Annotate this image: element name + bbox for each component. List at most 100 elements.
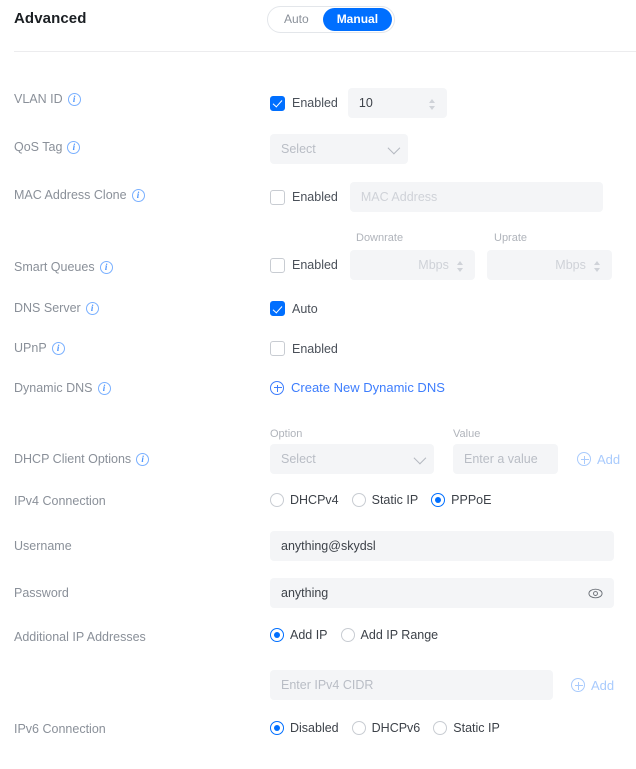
radio-circle[interactable] [433, 721, 448, 735]
control-smart-queues: Enabled Mbps Mbps [270, 250, 612, 280]
label-password: Password [14, 586, 69, 600]
radio-add-ip-range-label: Add IP Range [360, 628, 439, 642]
panel-header: Advanced Auto Manual [0, 0, 636, 41]
chevron-down-icon [387, 141, 401, 154]
checkbox-box[interactable] [270, 301, 285, 317]
control-username: anything@skydsl [270, 531, 614, 561]
info-icon[interactable]: i [97, 381, 111, 395]
radio-ipv6-static-ip[interactable]: Static IP [433, 721, 500, 735]
additional-ip-add-label: Add [591, 677, 615, 693]
info-icon[interactable]: i [51, 341, 65, 355]
mac-address-input[interactable]: MAC Address [349, 182, 603, 212]
dns-server-auto-label: Auto [292, 301, 318, 316]
smart-queues-enabled-label: Enabled [292, 258, 338, 272]
label-mac-address-clone-text: MAC Address Clone [14, 188, 127, 202]
label-ipv4-connection: IPv4 Connection [14, 494, 106, 508]
vlan-enabled-label: Enabled [292, 96, 338, 110]
downrate-input[interactable]: Mbps [349, 250, 475, 280]
qos-tag-select[interactable]: Select [270, 134, 408, 164]
radio-circle[interactable] [270, 721, 284, 735]
username-value: anything@skydsl [281, 539, 376, 553]
radio-add-ip-label: Add IP [290, 628, 328, 642]
radio-circle[interactable] [270, 628, 284, 642]
label-option: Option [270, 428, 303, 440]
checkbox-box[interactable] [270, 341, 285, 357]
radio-add-ip-range[interactable]: Add IP Range [340, 628, 439, 642]
mac-clone-enabled-label: Enabled [292, 190, 338, 204]
info-icon[interactable]: i [67, 92, 81, 106]
info-icon[interactable]: i [136, 452, 150, 466]
radio-ipv4-static-ip-label: Static IP [371, 493, 419, 507]
radio-ipv4-static-ip[interactable]: Static IP [351, 493, 419, 507]
info-icon[interactable]: i [99, 260, 113, 274]
vlan-enabled-checkbox[interactable]: Enabled [270, 95, 338, 111]
dhcp-option-select-value: Select [281, 452, 316, 466]
chevron-down-icon [413, 451, 427, 464]
mac-clone-enabled-checkbox[interactable]: Enabled [270, 189, 338, 205]
label-ipv6-connection: IPv6 Connection [14, 722, 106, 736]
dhcp-add-label: Add [597, 451, 621, 467]
radio-ipv4-dhcpv4-label: DHCPv4 [290, 493, 339, 507]
password-input[interactable]: anything [270, 578, 614, 608]
mode-toggle-auto[interactable]: Auto [270, 8, 323, 31]
mac-address-placeholder: MAC Address [360, 190, 438, 204]
additional-ip-radio-group: Add IP Add IP Range [270, 628, 438, 642]
uprate-stepper[interactable] [593, 260, 601, 272]
dhcp-option-select[interactable]: Select [270, 444, 434, 474]
dhcp-add-button[interactable]: Add [577, 452, 620, 467]
radio-circle[interactable] [340, 628, 355, 642]
radio-ipv6-dhcpv6[interactable]: DHCPv6 [351, 721, 420, 735]
radio-circle[interactable] [270, 493, 284, 507]
username-input[interactable]: anything@skydsl [270, 531, 614, 561]
vlan-id-stepper[interactable] [428, 98, 436, 110]
create-new-dynamic-dns-button[interactable]: Create New Dynamic DNS [270, 380, 445, 395]
downrate-stepper[interactable] [456, 260, 464, 272]
control-upnp: Enabled [270, 340, 338, 358]
plus-circle-icon [577, 452, 591, 466]
upnp-enabled-checkbox[interactable]: Enabled [270, 341, 338, 357]
label-ipv4-connection-text: IPv4 Connection [14, 494, 106, 508]
uprate-placeholder: Mbps [555, 258, 586, 272]
control-qos-tag: Select [270, 134, 408, 164]
checkbox-box[interactable] [270, 257, 285, 273]
dns-server-auto-checkbox[interactable]: Auto [270, 301, 318, 317]
info-icon[interactable]: i [67, 140, 81, 154]
header-divider [14, 51, 636, 52]
label-password-text: Password [14, 586, 69, 600]
additional-ip-add-button[interactable]: Add [571, 678, 614, 693]
radio-circle[interactable] [431, 493, 446, 507]
label-ipv6-connection-text: IPv6 Connection [14, 722, 106, 736]
radio-ipv6-static-ip-label: Static IP [453, 721, 500, 735]
label-smart-queues-text: Smart Queues [14, 260, 95, 274]
mode-toggle-manual[interactable]: Manual [322, 8, 393, 31]
mode-toggle[interactable]: Auto Manual [267, 6, 396, 33]
info-icon[interactable]: i [131, 188, 145, 202]
label-value: Value [453, 428, 481, 440]
info-icon[interactable]: i [85, 301, 99, 315]
radio-ipv6-disabled[interactable]: Disabled [270, 721, 339, 735]
label-dns-server-text: DNS Server [14, 301, 81, 315]
label-dynamic-dns: Dynamic DNS i [14, 381, 111, 395]
ipv4-cidr-input[interactable]: Enter IPv4 CIDR [270, 670, 553, 700]
label-uprate: Uprate [494, 232, 528, 244]
uprate-input[interactable]: Mbps [486, 250, 612, 280]
checkbox-box[interactable] [270, 189, 285, 205]
radio-circle[interactable] [351, 493, 366, 507]
radio-ipv4-pppoe[interactable]: PPPoE [431, 493, 491, 507]
dhcp-value-input[interactable]: Enter a value [453, 444, 558, 474]
label-additional-ip-addresses: Additional IP Addresses [14, 630, 146, 644]
radio-add-ip[interactable]: Add IP [270, 628, 328, 642]
vlan-id-value: 10 [358, 96, 373, 110]
downrate-placeholder: Mbps [418, 258, 449, 272]
label-downrate: Downrate [356, 232, 404, 244]
control-additional-ip-radios: Add IP Add IP Range [270, 628, 438, 647]
eye-icon[interactable] [588, 586, 603, 601]
radio-ipv4-dhcpv4[interactable]: DHCPv4 [270, 493, 339, 507]
label-dynamic-dns-text: Dynamic DNS [14, 381, 93, 395]
checkbox-box[interactable] [270, 95, 285, 111]
radio-circle[interactable] [351, 721, 366, 735]
smart-queues-enabled-checkbox[interactable]: Enabled [270, 257, 338, 273]
label-dns-server: DNS Server i [14, 301, 99, 315]
label-vlan-id: VLAN ID i [14, 92, 81, 106]
vlan-id-input[interactable]: 10 [347, 88, 447, 118]
